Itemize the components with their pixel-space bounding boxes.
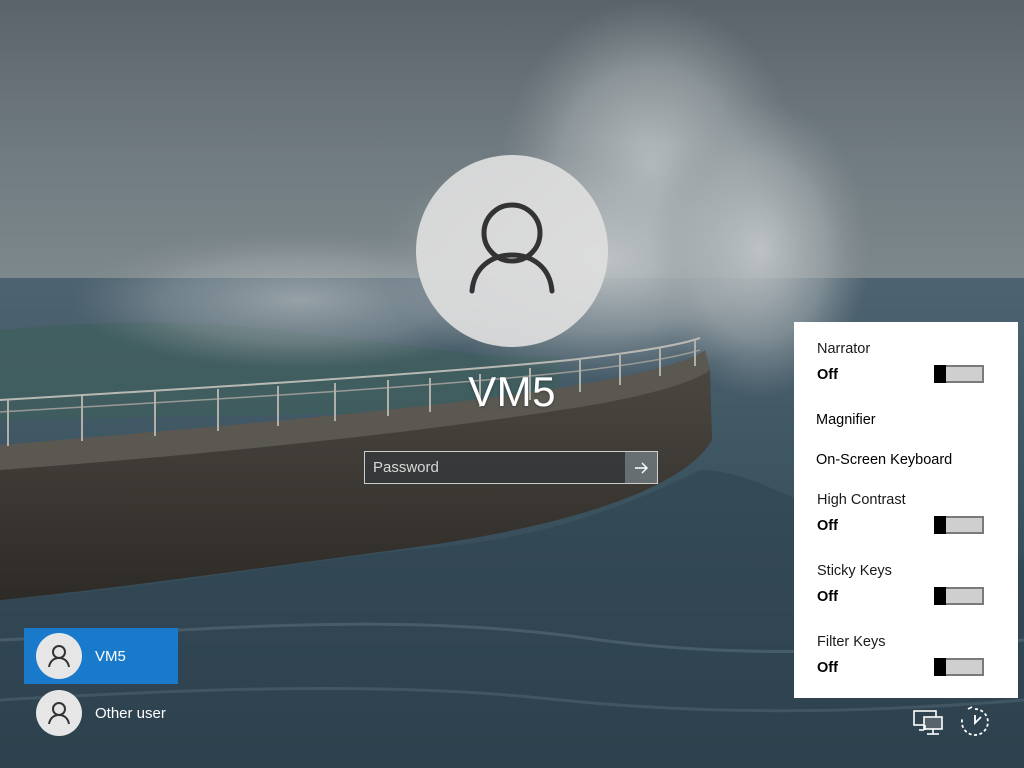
- toggle-knob: [934, 516, 946, 534]
- user-avatar-small: [36, 633, 82, 679]
- user-list-item-vm5[interactable]: VM5: [24, 628, 178, 684]
- on-screen-keyboard-item[interactable]: On-Screen Keyboard: [816, 452, 952, 468]
- sticky-keys-label: Sticky Keys: [817, 563, 892, 579]
- sticky-keys-toggle[interactable]: [934, 587, 984, 605]
- filter-keys-toggle[interactable]: [934, 658, 984, 676]
- high-contrast-toggle[interactable]: [934, 516, 984, 534]
- ease-of-access-menu: Narrator Off Magnifier On-Screen Keyboar…: [794, 322, 1018, 698]
- user-icon: [469, 202, 555, 294]
- network-icon: [913, 710, 943, 735]
- sticky-keys-state: Off: [817, 589, 838, 605]
- narrator-label: Narrator: [817, 341, 871, 357]
- toggle-knob: [934, 658, 946, 676]
- high-contrast-state: Off: [817, 518, 838, 534]
- user-avatar-small: [36, 690, 82, 736]
- user-name-label: VM5: [95, 647, 126, 665]
- toggle-knob: [934, 365, 946, 383]
- filter-keys-label: Filter Keys: [817, 634, 886, 650]
- login-username: VM5: [468, 368, 556, 415]
- high-contrast-label: High Contrast: [817, 492, 906, 508]
- network-button[interactable]: [912, 706, 946, 740]
- arrow-right-icon: [635, 462, 648, 473]
- password-box: [364, 451, 658, 484]
- user-icon: [48, 645, 70, 668]
- ease-of-access-button[interactable]: [958, 705, 992, 739]
- toggle-knob: [934, 587, 946, 605]
- user-icon: [48, 702, 70, 725]
- magnifier-item[interactable]: Magnifier: [816, 412, 876, 428]
- user-list-item-other-user[interactable]: Other user: [24, 685, 178, 741]
- submit-button[interactable]: [625, 452, 657, 483]
- ease-of-access-icon: [961, 706, 989, 736]
- user-name-label: Other user: [95, 704, 166, 722]
- password-input[interactable]: [365, 452, 625, 483]
- filter-keys-state: Off: [817, 660, 838, 676]
- user-avatar-large: [416, 155, 608, 347]
- narrator-toggle[interactable]: [934, 365, 984, 383]
- narrator-state: Off: [817, 367, 838, 383]
